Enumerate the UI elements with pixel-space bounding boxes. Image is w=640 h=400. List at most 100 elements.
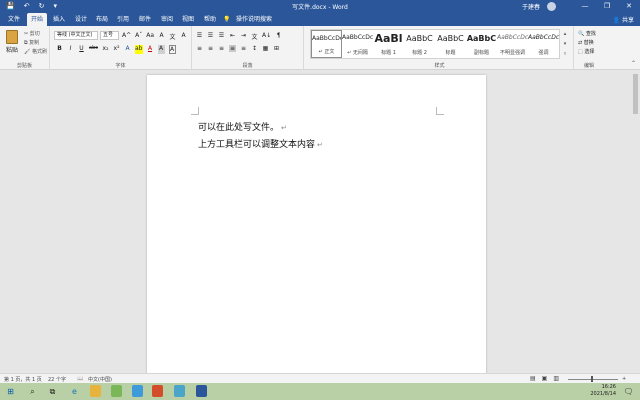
document-line-1[interactable]: 可以在此处写文件。 ↵ xyxy=(198,120,287,133)
zoom-slider[interactable] xyxy=(568,379,618,380)
ribbon-tabs: 文件 开始 插入 设计 布局 引用 邮件 审阅 视图 帮助 💡 操作说明搜索 👤… xyxy=(0,13,640,26)
close-button[interactable]: ✕ xyxy=(618,0,640,13)
subscript-button[interactable]: x₂ xyxy=(102,45,109,54)
font-row-1: A^ Aˇ Aa A 文 A xyxy=(122,32,187,41)
user-name[interactable]: 于建春 xyxy=(522,2,540,11)
copy-label: 复制 xyxy=(29,40,40,46)
increase-indent-button[interactable]: ⇥ xyxy=(240,32,247,41)
change-case-button[interactable]: Aa xyxy=(146,32,154,41)
copy-button[interactable]: ⧉ 复制 xyxy=(24,39,39,46)
char-shading-button[interactable]: A xyxy=(157,45,165,54)
paragraph-mark: ↵ xyxy=(317,141,323,149)
word-count[interactable]: 22 个字 xyxy=(48,376,66,383)
tab-references[interactable]: 引用 xyxy=(113,13,133,26)
justify-button[interactable]: ≡ xyxy=(229,45,236,52)
document-page[interactable]: 可以在此处写文件。 ↵ 上方工具栏可以调整文本内容 ↵ xyxy=(147,75,486,375)
align-left-button[interactable]: ≡ xyxy=(196,45,203,52)
title-bar: 💾 ↶ ↻ ▾ 写文件.docx - Word 于建春 — ❐ ✕ xyxy=(0,0,640,13)
avatar[interactable] xyxy=(547,2,556,11)
decrease-indent-button[interactable]: ⇤ xyxy=(229,32,236,41)
collapse-ribbon-icon[interactable]: ⌃ xyxy=(631,60,636,67)
tab-design[interactable]: 设计 xyxy=(71,13,91,26)
sort-button[interactable]: A↓ xyxy=(262,32,271,41)
wechat-icon[interactable] xyxy=(111,385,122,397)
margin-corner-top-right xyxy=(436,107,444,115)
strikethrough-button[interactable]: abc xyxy=(89,45,98,54)
notifications-icon[interactable]: 🗨 xyxy=(622,385,635,398)
app-icon-orange[interactable] xyxy=(152,385,163,397)
read-mode-icon[interactable]: ▤ xyxy=(530,375,536,382)
page-count[interactable]: 第 1 页，共 1 页 xyxy=(4,376,42,383)
tell-me-search[interactable]: 操作说明搜索 xyxy=(234,13,274,26)
show-marks-button[interactable]: ¶ xyxy=(275,32,282,41)
font-family-select[interactable]: 等线 (中文正文) xyxy=(54,31,98,40)
editing-group-label: 编辑 xyxy=(583,63,594,69)
edge-icon[interactable]: e xyxy=(68,385,81,398)
paste-icon[interactable] xyxy=(6,30,18,44)
line-text: 上方工具栏可以调整文本内容 xyxy=(198,140,316,150)
tab-view[interactable]: 视图 xyxy=(178,13,198,26)
task-view-icon[interactable]: ⧉ xyxy=(46,385,59,398)
share-button[interactable]: 👤 共享 xyxy=(613,15,634,24)
numbering-button[interactable]: ☰ xyxy=(207,32,214,41)
web-layout-icon[interactable]: ▥ xyxy=(553,375,559,382)
scrollbar-thumb[interactable] xyxy=(633,74,638,114)
borders-button[interactable]: ⊞ xyxy=(273,45,280,52)
clear-format-button[interactable]: A xyxy=(158,32,165,41)
bold-button[interactable]: B xyxy=(56,45,63,54)
multilevel-list-button[interactable]: ☰ xyxy=(218,32,225,41)
bullets-button[interactable]: ☰ xyxy=(196,32,203,41)
font-color-button[interactable]: A xyxy=(147,45,154,54)
language[interactable]: 中文(中国) xyxy=(88,376,112,383)
windows-start-icon[interactable]: ⊞ xyxy=(4,385,17,398)
paste-button[interactable]: 粘贴 xyxy=(6,45,18,54)
tab-insert[interactable]: 插入 xyxy=(49,13,69,26)
highlight-button[interactable]: ab xyxy=(135,45,143,54)
font-size-select[interactable]: 五号 xyxy=(100,31,119,40)
line-spacing-button[interactable]: ↕ xyxy=(251,45,258,52)
distributed-button[interactable]: ≡ xyxy=(240,45,247,52)
zoom-slider-thumb[interactable] xyxy=(591,376,593,382)
zoom-in-button[interactable]: + xyxy=(622,376,626,382)
tab-home[interactable]: 开始 xyxy=(27,13,47,26)
maximize-button[interactable]: ❐ xyxy=(596,0,618,13)
margin-corner-top-left xyxy=(191,107,199,115)
system-clock[interactable]: 16:26 2021/8/14 xyxy=(560,384,616,398)
shading-button[interactable]: ▦ xyxy=(262,45,269,52)
print-layout-icon[interactable]: ▣ xyxy=(542,375,548,382)
tab-layout[interactable]: 布局 xyxy=(92,13,112,26)
word-taskbar-icon[interactable] xyxy=(196,385,207,397)
minimize-button[interactable]: — xyxy=(574,0,596,13)
chinese-layout-button[interactable]: 文 xyxy=(251,32,258,41)
char-border-button[interactable]: A xyxy=(180,32,187,41)
underline-button[interactable]: U xyxy=(78,45,85,54)
app-icon-blue[interactable] xyxy=(132,385,143,397)
editing-group: 编辑 xyxy=(574,26,604,70)
shrink-font-button[interactable]: Aˇ xyxy=(135,32,142,41)
vertical-scrollbar[interactable] xyxy=(631,70,640,373)
format-painter-button[interactable]: 🖌 格式刷 xyxy=(24,48,47,55)
document-line-2[interactable]: 上方工具栏可以调整文本内容 ↵ xyxy=(198,137,323,150)
superscript-button[interactable]: x² xyxy=(113,45,120,54)
tab-mailings[interactable]: 邮件 xyxy=(135,13,155,26)
text-effects-button[interactable]: A xyxy=(124,45,131,54)
italic-button[interactable]: I xyxy=(67,45,74,54)
tab-file[interactable]: 文件 xyxy=(4,13,24,26)
grow-font-button[interactable]: A^ xyxy=(122,32,131,41)
align-right-button[interactable]: ≡ xyxy=(218,45,225,52)
search-icon[interactable]: ⌕ xyxy=(26,385,39,398)
paragraph-row-1: ☰ ☰ ☰ ⇤ ⇥ 文 A↓ ¶ xyxy=(196,32,282,41)
font-row-2: B I U abc x₂ x² A ab A A A xyxy=(56,45,176,54)
proofing-icon[interactable]: 📖 xyxy=(77,376,83,382)
cut-button[interactable]: ✂ 剪切 xyxy=(24,30,40,37)
window-controls: — ❐ ✕ xyxy=(574,0,640,13)
phonetic-guide-button[interactable]: 文 xyxy=(169,32,176,41)
app-icon-teal[interactable] xyxy=(174,385,185,397)
tab-review[interactable]: 审阅 xyxy=(157,13,177,26)
align-center-button[interactable]: ≡ xyxy=(207,45,214,52)
file-explorer-icon[interactable] xyxy=(90,385,101,397)
clipboard-group-label: 剪贴板 xyxy=(16,63,32,69)
tab-help[interactable]: 帮助 xyxy=(200,13,220,26)
enclose-char-button[interactable]: A xyxy=(168,45,176,54)
share-label: 共享 xyxy=(621,17,634,24)
